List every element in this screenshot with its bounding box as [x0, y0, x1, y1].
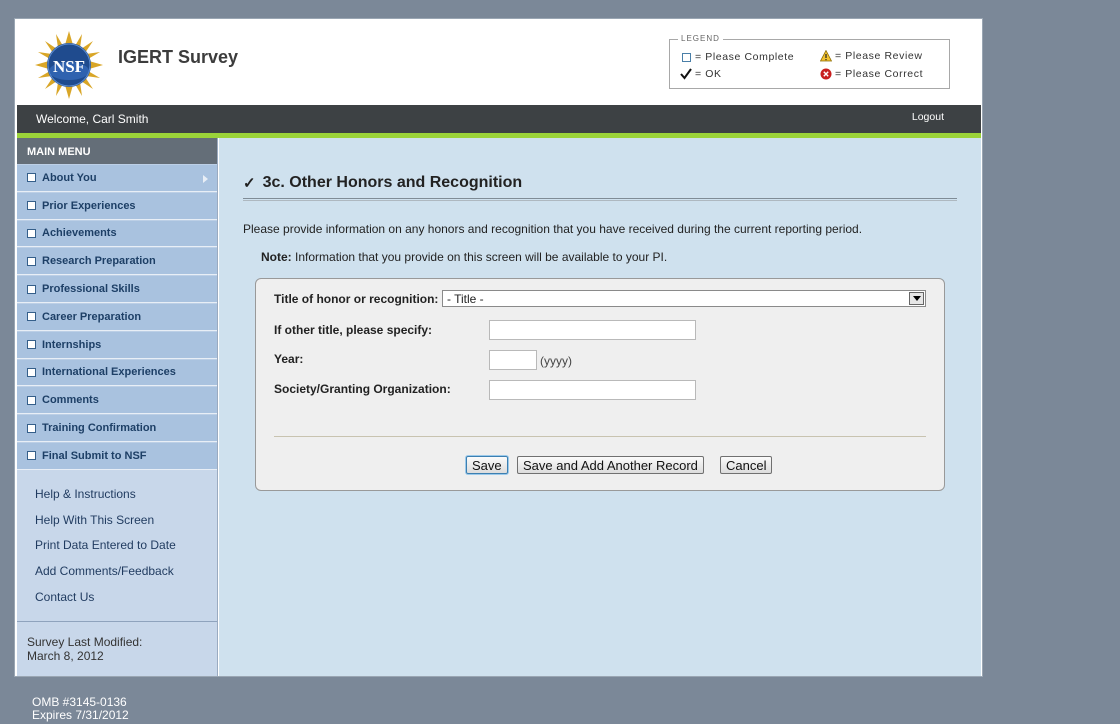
- title-label: Title of honor or recognition:: [274, 292, 439, 306]
- sidebar: MAIN MENU About You Prior Experiences Ac…: [17, 138, 218, 676]
- welcome-text: Welcome, Carl Smith: [36, 112, 149, 126]
- arrow-right-icon: [203, 175, 208, 183]
- legend-please-review: = Please Review: [820, 50, 923, 62]
- nsf-logo: NSF: [35, 31, 103, 99]
- contact-us-link[interactable]: Contact Us: [35, 590, 217, 616]
- legend: LEGEND = Please Complete = OK = Please R…: [669, 34, 950, 89]
- sidebar-item-about-you[interactable]: About You: [17, 164, 217, 192]
- header: NSF IGERT Survey LEGEND = Please Complet…: [17, 19, 981, 105]
- warning-icon: [820, 50, 832, 62]
- status-checkbox-icon: [27, 451, 36, 461]
- print-data-link[interactable]: Print Data Entered to Date: [35, 538, 217, 564]
- sidebar-item-career-preparation[interactable]: Career Preparation: [17, 302, 217, 331]
- status-checkbox-icon: [27, 312, 36, 322]
- omb-info: OMB #3145-0136 Expires 7/31/2012: [32, 696, 129, 722]
- save-add-another-button[interactable]: Save and Add Another Record: [517, 456, 704, 474]
- legend-please-complete: = Please Complete: [680, 51, 794, 63]
- empty-checkbox-icon: [680, 51, 692, 63]
- title-select[interactable]: - Title -: [442, 290, 926, 307]
- sidebar-divider: [17, 621, 217, 622]
- sidebar-item-achievements[interactable]: Achievements: [17, 219, 217, 248]
- honor-form: Title of honor or recognition: - Title -…: [255, 278, 945, 491]
- other-title-input[interactable]: [489, 320, 696, 340]
- sidebar-item-international-experiences[interactable]: International Experiences: [17, 358, 217, 387]
- sidebar-item-prior-experiences[interactable]: Prior Experiences: [17, 191, 217, 220]
- status-checkbox-icon: [27, 201, 36, 211]
- sidebar-item-comments[interactable]: Comments: [17, 386, 217, 415]
- checkmark-icon: ✓: [243, 175, 256, 192]
- logout-link[interactable]: Logout: [912, 111, 944, 123]
- error-icon: [820, 68, 832, 80]
- title-divider: [243, 198, 957, 201]
- logo-text: NSF: [53, 57, 85, 76]
- main-menu-title: MAIN MENU: [17, 138, 217, 164]
- society-input[interactable]: [489, 380, 696, 400]
- status-checkbox-icon: [27, 395, 36, 405]
- year-label: Year:: [274, 352, 304, 366]
- status-checkbox-icon: [27, 340, 36, 350]
- chevron-down-icon[interactable]: [909, 292, 924, 305]
- page-title: ✓ 3c. Other Honors and Recognition: [243, 174, 522, 192]
- intro-text: Please provide information on any honors…: [243, 222, 863, 236]
- sidebar-item-final-submit[interactable]: Final Submit to NSF: [17, 441, 217, 470]
- sidebar-item-research-preparation[interactable]: Research Preparation: [17, 247, 217, 276]
- status-checkbox-icon: [27, 173, 36, 183]
- status-checkbox-icon: [27, 284, 36, 294]
- form-divider: [274, 436, 926, 437]
- help-this-screen-link[interactable]: Help With This Screen: [35, 513, 217, 539]
- cancel-button[interactable]: Cancel: [720, 456, 773, 474]
- legend-please-correct: = Please Correct: [820, 68, 923, 80]
- status-checkbox-icon: [27, 367, 36, 377]
- omb-expires: Expires 7/31/2012: [32, 708, 129, 722]
- page-title-text: 3c. Other Honors and Recognition: [262, 174, 523, 191]
- main-content: ✓ 3c. Other Honors and Recognition Pleas…: [219, 138, 981, 676]
- status-checkbox-icon: [27, 228, 36, 238]
- sidebar-item-training-confirmation[interactable]: Training Confirmation: [17, 414, 217, 442]
- sidebar-links: Help & Instructions Help With This Scree…: [17, 470, 217, 616]
- other-title-label: If other title, please specify:: [274, 323, 433, 337]
- legend-ok: = OK: [680, 68, 722, 80]
- help-instructions-link[interactable]: Help & Instructions: [35, 487, 217, 513]
- survey-window: NSF IGERT Survey LEGEND = Please Complet…: [14, 18, 983, 677]
- status-checkbox-icon: [27, 423, 36, 433]
- checkmark-icon: [680, 68, 692, 80]
- note-text: Note: Information that you provide on th…: [261, 250, 668, 264]
- status-checkbox-icon: [27, 256, 36, 266]
- title-selected-value: - Title -: [447, 292, 484, 306]
- sidebar-item-internships[interactable]: Internships: [17, 330, 217, 359]
- legend-title: LEGEND: [678, 34, 723, 43]
- sidebar-item-professional-skills[interactable]: Professional Skills: [17, 275, 217, 303]
- society-label: Society/Granting Organization:: [274, 382, 451, 396]
- top-bar: Welcome, Carl Smith Logout: [17, 105, 981, 133]
- survey-last-modified: Survey Last Modified: March 8, 2012: [27, 635, 143, 663]
- modified-date: March 8, 2012: [27, 649, 104, 663]
- year-input[interactable]: [489, 350, 537, 370]
- save-button[interactable]: Save: [466, 456, 508, 474]
- add-comments-link[interactable]: Add Comments/Feedback: [35, 564, 217, 590]
- app-title: IGERT Survey: [118, 47, 239, 67]
- year-format-hint: (yyyy): [540, 354, 572, 368]
